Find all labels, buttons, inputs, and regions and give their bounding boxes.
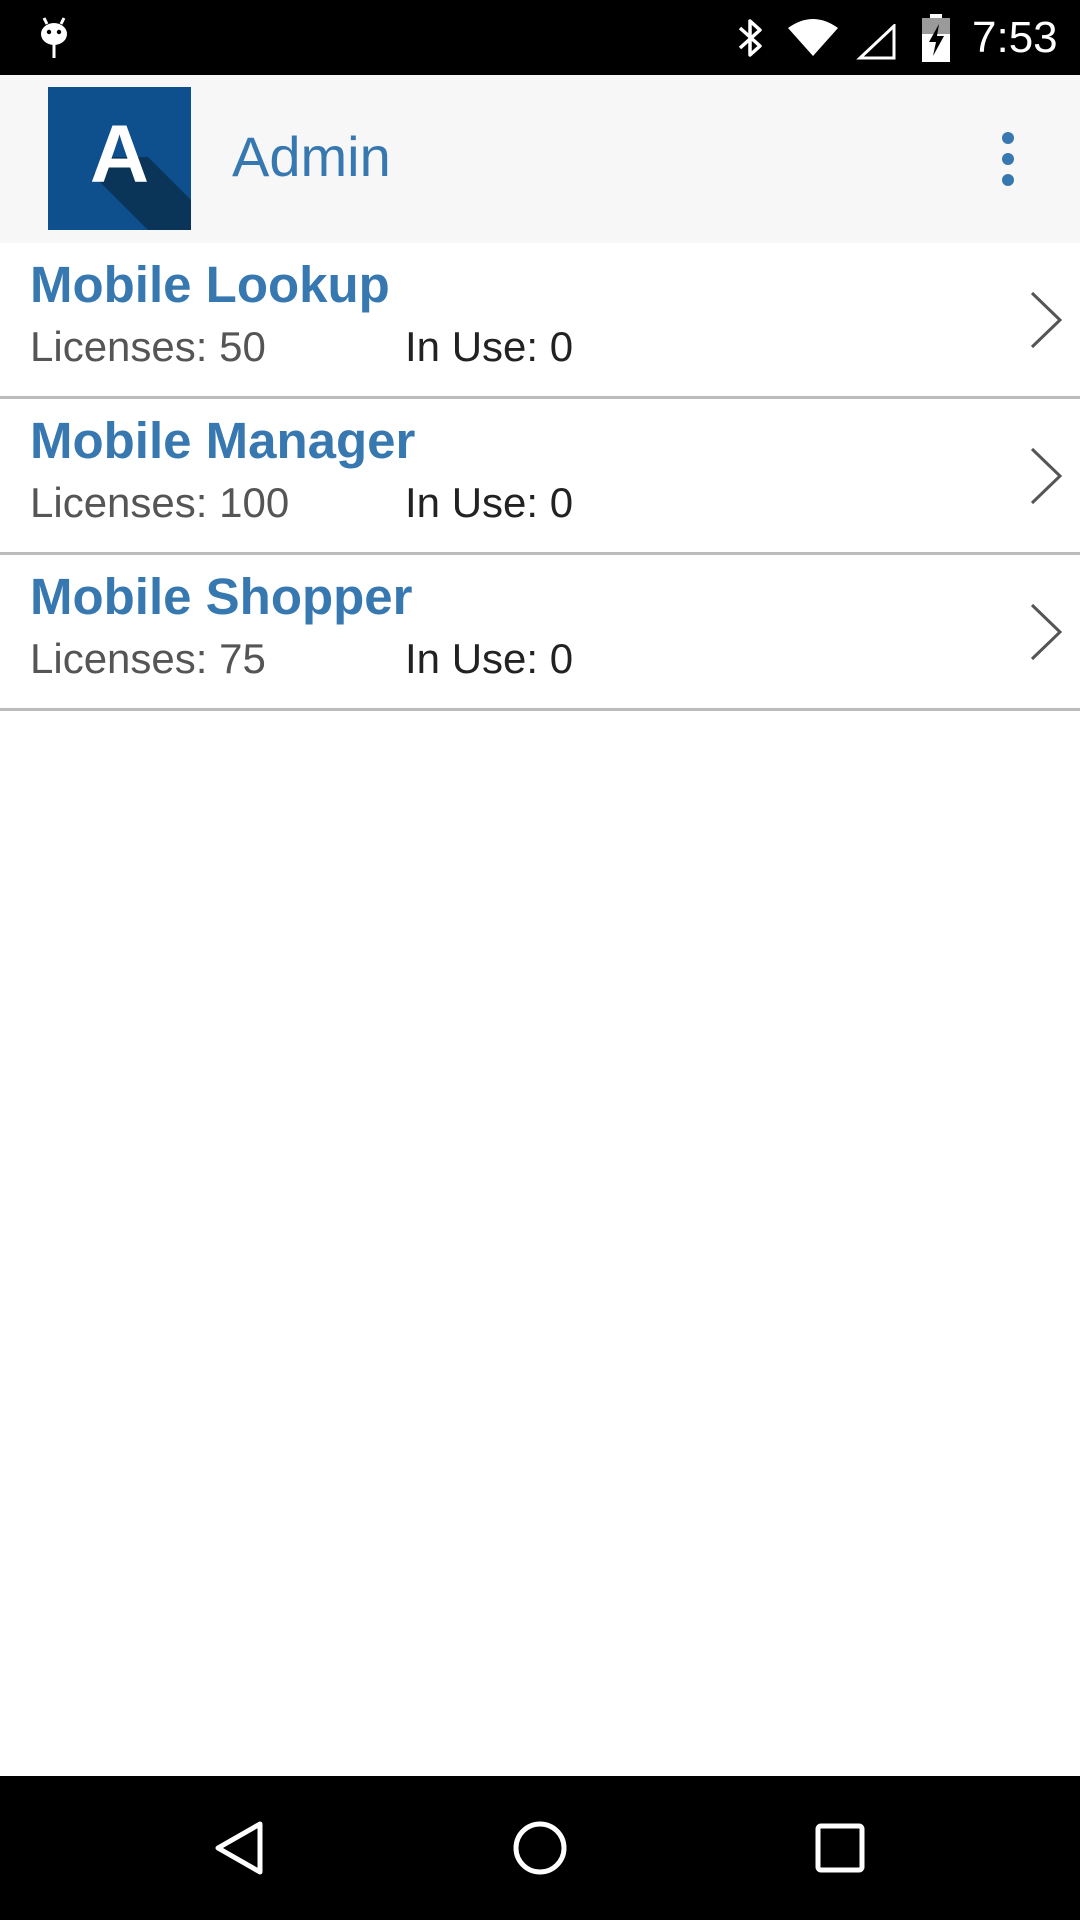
- admin-screen: 7:53 A Admin Mobile Lookup Licenses: 50 …: [0, 0, 1080, 1920]
- logo-letter: A: [89, 109, 150, 200]
- license-count: Licenses: 100: [30, 479, 290, 526]
- more-vert-icon[interactable]: [986, 129, 1030, 189]
- chevron-right-icon: [1026, 289, 1066, 351]
- recents-icon[interactable]: [810, 1818, 870, 1878]
- cell-signal-icon: [856, 22, 896, 60]
- app-bar: A Admin: [0, 75, 1080, 243]
- list-item-mobile-shopper[interactable]: Mobile Shopper Licenses: 75 In Use: 0: [0, 555, 1080, 711]
- license-list: Mobile Lookup Licenses: 50 In Use: 0 Mob…: [0, 243, 1080, 711]
- bluetooth-icon: [734, 14, 768, 62]
- in-use-count: In Use: 0: [405, 323, 574, 370]
- product-name: Mobile Shopper: [30, 568, 413, 625]
- android-debug-icon: [36, 14, 72, 62]
- list-item-mobile-lookup[interactable]: Mobile Lookup Licenses: 50 In Use: 0: [0, 243, 1080, 399]
- app-logo: A: [48, 87, 191, 230]
- in-use-count: In Use: 0: [405, 635, 574, 682]
- product-name: Mobile Manager: [30, 412, 416, 469]
- wifi-icon: [786, 16, 840, 58]
- status-bar: 7:53: [0, 0, 1080, 75]
- navigation-bar: [0, 1776, 1080, 1920]
- page-title: Admin: [232, 125, 391, 188]
- license-count: Licenses: 75: [30, 635, 266, 682]
- license-count: Licenses: 50: [30, 323, 266, 370]
- clock-text: 7:53: [972, 13, 1058, 62]
- chevron-right-icon: [1026, 445, 1066, 507]
- list-item-mobile-manager[interactable]: Mobile Manager Licenses: 100 In Use: 0: [0, 399, 1080, 555]
- chevron-right-icon: [1026, 601, 1066, 663]
- back-icon[interactable]: [210, 1818, 270, 1878]
- product-name: Mobile Lookup: [30, 256, 390, 313]
- battery-charging-icon: [920, 14, 952, 62]
- in-use-count: In Use: 0: [405, 479, 574, 526]
- home-icon[interactable]: [510, 1818, 570, 1878]
